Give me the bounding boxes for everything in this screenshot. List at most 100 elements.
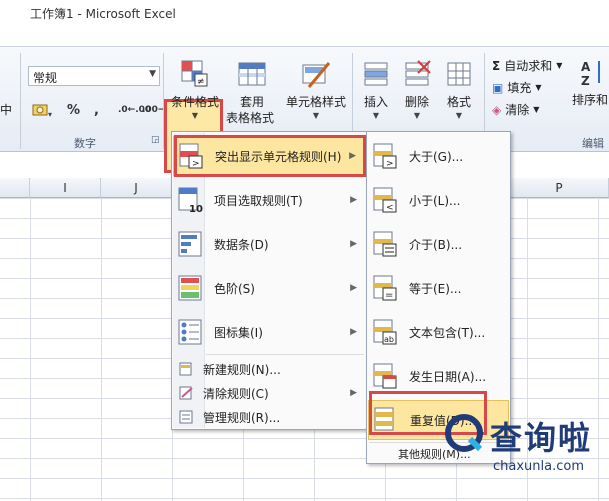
- submenu-more-rules[interactable]: 其他规则(M)...: [368, 444, 509, 464]
- submenu-between[interactable]: 介于(B)...: [368, 224, 509, 264]
- format-cells-icon: [447, 62, 471, 86]
- fill-down-icon: ▣: [492, 80, 504, 95]
- number-format-select[interactable]: 常规 ▼: [28, 66, 160, 86]
- number-group-label: 数字: [74, 137, 96, 150]
- text-contains-label: 文本包含(T)...: [409, 325, 486, 340]
- chevron-down-icon: ▼: [533, 105, 540, 114]
- svg-text:=: =: [385, 290, 393, 301]
- menu-icon-sets[interactable]: 图标集(I) ▶: [173, 312, 365, 352]
- menu-top-bottom-label: 项目选取规则(T): [214, 193, 303, 208]
- alignment-stub[interactable]: 中: [0, 101, 12, 118]
- table-format-label-1: 套用: [239, 95, 264, 109]
- ribbon-separator: [20, 53, 21, 149]
- chevron-down-icon: ▼: [372, 111, 380, 120]
- dialog-launcher-icon[interactable]: ◲: [151, 135, 160, 145]
- chevron-down-icon: ▼: [535, 83, 542, 92]
- watermark-logo-icon: [445, 414, 483, 452]
- delete-button[interactable]: 删除 ▼: [398, 59, 436, 120]
- svg-text:>: >: [386, 159, 394, 169]
- submenu-equal-to[interactable]: = 等于(E)...: [368, 268, 509, 308]
- insert-cells-icon: [364, 62, 388, 86]
- submenu-date-occurring[interactable]: 发生日期(A)...: [368, 356, 509, 396]
- chevron-down-icon: ▼: [149, 69, 156, 79]
- conditional-format-button[interactable]: ≠ 条件格式 ▼: [167, 59, 223, 120]
- autosum-label: 自动求和: [504, 59, 553, 73]
- svg-text:A: A: [581, 60, 591, 74]
- clear-rules-icon: [179, 386, 193, 400]
- sort-label: 排序和: [571, 93, 608, 107]
- clear-button[interactable]: ◈ 清除 ▼: [492, 101, 539, 118]
- svg-text:Z: Z: [581, 74, 590, 87]
- column-header-i[interactable]: I: [30, 178, 101, 198]
- window-title: 工作簿1 - Microsoft Excel: [30, 7, 176, 21]
- conditional-format-icon: ≠: [181, 60, 208, 87]
- title-bar: 工作簿1 - Microsoft Excel: [0, 0, 609, 46]
- fill-label: 填充: [507, 81, 532, 95]
- chevron-down-icon: ▼: [413, 111, 421, 120]
- submenu-arrow-icon: ▶: [350, 239, 357, 249]
- text-contains-icon: ab: [373, 319, 397, 345]
- color-scales-icon: [178, 275, 202, 301]
- sort-az-icon: A Z: [581, 60, 600, 87]
- conditional-format-menu: > 突出显示单元格规则(H) ▶ 10 项目选取规则(T) ▶ 数据条(D) ▶…: [171, 131, 367, 430]
- menu-top-bottom-rules[interactable]: 10 项目选取规则(T) ▶: [173, 180, 365, 220]
- submenu-arrow-icon: ▶: [350, 327, 357, 337]
- table-format-label-2: 表格格式: [226, 111, 275, 125]
- cell-style-button[interactable]: 单元格样式 ▼: [284, 59, 348, 120]
- watermark-text: 查询啦: [490, 419, 593, 457]
- cell-style-label: 单元格样式: [285, 95, 346, 109]
- chevron-down-icon: ▼: [312, 111, 320, 120]
- menu-color-scales-label: 色阶(S): [214, 281, 255, 296]
- percent-button[interactable]: %: [67, 103, 80, 118]
- insert-label: 插入: [363, 95, 388, 109]
- sort-filter-button[interactable]: A Z 排序和: [568, 57, 609, 108]
- svg-text:▾: ▾: [48, 110, 52, 119]
- top-bottom-icon: 10: [178, 187, 203, 214]
- format-button[interactable]: 格式 ▼: [440, 59, 478, 120]
- watermark-url: chaxunla.com: [493, 459, 584, 474]
- edit-group-label: 编辑: [582, 137, 604, 150]
- date-occurring-icon: [373, 363, 397, 389]
- menu-manage-rules-label: 管理规则(R)...: [203, 410, 281, 425]
- comma-button[interactable]: ,: [94, 103, 99, 118]
- delete-cells-icon: [405, 60, 431, 86]
- submenu-greater-than[interactable]: > 大于(G)...: [368, 136, 509, 176]
- less-than-icon: <: [373, 187, 397, 213]
- column-header-p[interactable]: P: [510, 178, 609, 198]
- column-header-j[interactable]: J: [101, 178, 172, 198]
- svg-text:<: <: [386, 203, 394, 213]
- autosum-button[interactable]: Σ 自动求和 ▼: [492, 57, 562, 74]
- icon-sets-icon: [178, 319, 202, 345]
- menu-separator: [369, 442, 508, 443]
- highlight-item-red-box: [174, 135, 366, 177]
- menu-color-scales[interactable]: 色阶(S) ▶: [173, 268, 365, 308]
- svg-text:10: 10: [189, 204, 203, 214]
- menu-data-bars-label: 数据条(D): [214, 237, 269, 252]
- equal-to-icon: =: [373, 275, 397, 301]
- submenu-arrow-icon: ▶: [350, 388, 357, 398]
- fill-button[interactable]: ▣ 填充 ▼: [492, 79, 542, 96]
- table-format-button[interactable]: 套用: [224, 59, 280, 110]
- cell-style-icon: [302, 62, 331, 88]
- submenu-less-than[interactable]: < 小于(L)...: [368, 180, 509, 220]
- submenu-text-contains[interactable]: ab 文本包含(T)...: [368, 312, 509, 352]
- menu-data-bars[interactable]: 数据条(D) ▶: [173, 224, 365, 264]
- date-occurring-label: 发生日期(A)...: [409, 369, 487, 384]
- data-bars-icon: [178, 231, 202, 257]
- currency-icon[interactable]: ▾: [32, 103, 54, 123]
- insert-button[interactable]: 插入 ▼: [357, 59, 395, 120]
- number-format-value: 常规: [33, 71, 58, 85]
- menu-clear-rules[interactable]: 清除规则(C) ▶: [173, 382, 365, 404]
- between-icon: [373, 231, 397, 257]
- chevron-down-icon: ▼: [191, 111, 199, 120]
- sigma-icon: Σ: [492, 58, 501, 73]
- table-format-icon: [238, 62, 266, 86]
- greater-than-label: 大于(G)...: [409, 149, 464, 164]
- conditional-format-label: 条件格式: [170, 95, 219, 109]
- new-rule-icon: [179, 362, 192, 376]
- menu-new-rule[interactable]: 新建规则(N)...: [173, 358, 365, 380]
- menu-manage-rules[interactable]: 管理规则(R)...: [173, 406, 365, 428]
- svg-text:ab: ab: [384, 335, 394, 344]
- format-label: 格式: [446, 95, 471, 109]
- between-label: 介于(B)...: [409, 237, 463, 252]
